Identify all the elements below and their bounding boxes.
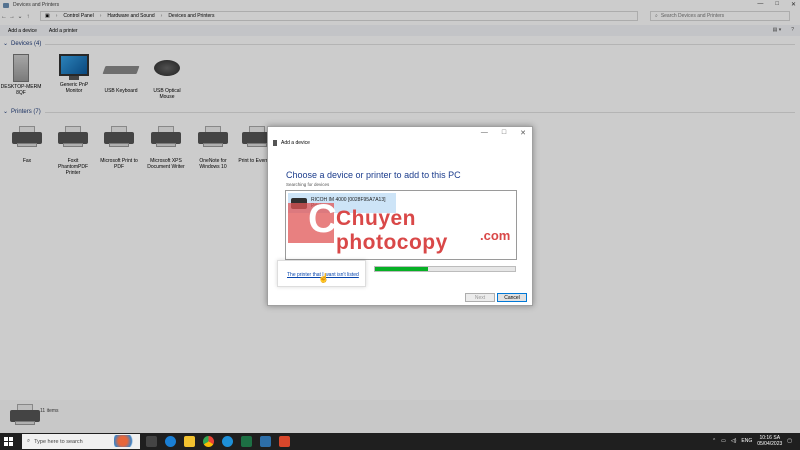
cancel-button[interactable]: Cancel xyxy=(497,293,527,302)
network-icon[interactable]: ▭ xyxy=(721,438,726,444)
dialog-title-row: Add a device xyxy=(273,140,310,146)
next-button[interactable]: Next xyxy=(465,293,495,302)
watermark-suffix: .com xyxy=(480,228,511,243)
edge-icon[interactable] xyxy=(165,436,176,447)
system-tray: ⌃ ▭ ◁) ENG 10:16 SA 05/04/2023 ▢ xyxy=(712,435,792,447)
link-highlight: The printer that I want isn't listed ☝ xyxy=(277,260,366,287)
windows-start-icon[interactable] xyxy=(4,437,13,446)
add-device-icon xyxy=(273,140,277,146)
app-icon[interactable] xyxy=(260,436,271,447)
browser-icon[interactable] xyxy=(222,436,233,447)
dialog-minimize-button[interactable]: — xyxy=(481,129,488,137)
watermark-c-glyph: C xyxy=(308,197,337,241)
dialog-maximize-button[interactable]: □ xyxy=(502,129,506,137)
file-explorer-icon[interactable] xyxy=(184,436,195,447)
watermark: C Chuyen photocopy .com xyxy=(288,197,518,254)
dialog-close-button[interactable]: ✕ xyxy=(520,129,526,137)
dialog-heading: Choose a device or printer to add to thi… xyxy=(286,170,461,180)
notification-icon[interactable]: ▢ xyxy=(787,438,792,444)
search-progress-bar xyxy=(374,266,516,272)
tray-overflow-icon[interactable]: ⌃ xyxy=(712,438,716,444)
search-highlight-art xyxy=(114,435,136,447)
hand-cursor-icon: ☝ xyxy=(318,273,330,283)
add-device-dialog: — □ ✕ Add a device Choose a device or pr… xyxy=(267,126,533,306)
volume-icon[interactable]: ◁) xyxy=(731,438,737,444)
taskbar-search-input[interactable]: ⌕ Type here to search xyxy=(22,434,140,449)
progress-fill xyxy=(375,267,429,271)
excel-icon[interactable] xyxy=(241,436,252,447)
clock[interactable]: 10:16 SA 05/04/2023 xyxy=(757,435,782,447)
taskbar: ⌕ Type here to search ⌃ ▭ ◁) ENG 10:16 S… xyxy=(0,433,800,450)
task-view-icon[interactable] xyxy=(146,436,157,447)
dialog-title: Add a device xyxy=(281,140,310,146)
chrome-icon[interactable] xyxy=(203,436,214,447)
search-icon: ⌕ xyxy=(27,438,31,444)
camtasia-icon[interactable] xyxy=(279,436,290,447)
dialog-status: Searching for devices xyxy=(286,182,330,187)
language-indicator[interactable]: ENG xyxy=(741,438,752,444)
